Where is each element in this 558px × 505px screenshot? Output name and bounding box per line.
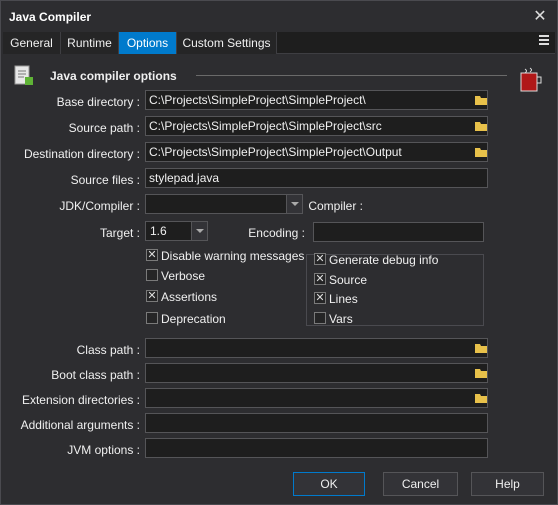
base-directory-input[interactable]: C:\Projects\SimpleProject\SimpleProject\: [145, 90, 488, 110]
lines-checkbox[interactable]: ✕: [314, 292, 326, 304]
disable-warnings-checkbox[interactable]: ✕: [146, 249, 158, 261]
source-path-label: Source path :: [68, 121, 140, 135]
vars-label: Vars: [329, 312, 353, 326]
target-select[interactable]: 1.6: [145, 221, 208, 241]
close-icon[interactable]: ✕: [531, 6, 549, 26]
jvm-options-label: JVM options :: [67, 443, 140, 457]
encoding-label: Encoding :: [248, 226, 305, 240]
tab-options[interactable]: Options: [119, 32, 177, 54]
help-button[interactable]: Help: [471, 472, 544, 496]
verbose-checkbox[interactable]: [146, 269, 158, 281]
java-cup-icon: [520, 67, 542, 92]
folder-icon[interactable]: [474, 392, 488, 404]
compiler-label: Compiler :: [308, 199, 363, 213]
generate-debug-info-label: Generate debug info: [329, 253, 439, 267]
section-title: Java compiler options: [50, 69, 177, 83]
tab-strip: General Runtime Options Custom Settings: [3, 32, 555, 54]
folder-icon[interactable]: [474, 146, 488, 158]
source-path-input[interactable]: C:\Projects\SimpleProject\SimpleProject\…: [145, 116, 488, 136]
destination-directory-input[interactable]: C:\Projects\SimpleProject\SimpleProject\…: [145, 142, 488, 162]
tab-custom-settings[interactable]: Custom Settings: [177, 32, 277, 54]
assertions-label: Assertions: [161, 290, 218, 304]
window-title: Java Compiler: [9, 10, 92, 24]
assertions-checkbox[interactable]: ✕: [146, 290, 158, 302]
section-divider: [196, 75, 507, 76]
tab-runtime[interactable]: Runtime: [61, 32, 119, 54]
boot-class-path-input[interactable]: [145, 363, 488, 383]
target-label: Target :: [99, 226, 140, 240]
boot-class-path-label: Boot class path :: [51, 368, 140, 382]
source-files-input[interactable]: stylepad.java: [145, 168, 488, 188]
encoding-input[interactable]: [313, 222, 484, 242]
tab-general[interactable]: General: [3, 32, 61, 54]
jvm-options-input[interactable]: [145, 438, 488, 458]
source-label: Source: [329, 273, 368, 287]
vars-checkbox[interactable]: [314, 312, 326, 324]
java-compiler-dialog: Java Compiler ✕ General Runtime Options …: [0, 0, 558, 505]
deprecation-label: Deprecation: [161, 312, 226, 326]
jdk-compiler-select[interactable]: [145, 194, 303, 214]
cancel-button[interactable]: Cancel: [383, 472, 458, 496]
document-icon: [14, 65, 33, 85]
ok-button[interactable]: OK: [293, 472, 365, 496]
verbose-label: Verbose: [161, 269, 206, 283]
target-value: 1.6: [150, 224, 167, 238]
jdk-compiler-label: JDK/Compiler :: [59, 199, 140, 213]
title-bar: Java Compiler ✕: [1, 1, 557, 31]
folder-icon[interactable]: [474, 94, 488, 106]
extension-directories-input[interactable]: [145, 388, 488, 408]
folder-icon[interactable]: [474, 342, 488, 354]
additional-arguments-label: Additional arguments :: [20, 418, 140, 432]
lines-label: Lines: [329, 292, 358, 306]
class-path-input[interactable]: [145, 338, 488, 358]
tab-menu-icon[interactable]: [539, 35, 549, 49]
destination-directory-label: Destination directory :: [23, 147, 140, 161]
folder-icon[interactable]: [474, 120, 488, 132]
source-checkbox[interactable]: ✕: [314, 273, 326, 285]
base-directory-label: Base directory :: [56, 95, 140, 109]
disable-warnings-label: Disable warning messages: [161, 249, 305, 263]
extension-directories-label: Extension directories :: [21, 393, 140, 407]
additional-arguments-input[interactable]: [145, 413, 488, 433]
generate-debug-info-checkbox[interactable]: ✕: [314, 253, 326, 265]
deprecation-checkbox[interactable]: [146, 312, 158, 324]
chevron-down-icon[interactable]: [191, 222, 207, 240]
source-files-label: Source files :: [70, 173, 140, 187]
class-path-label: Class path :: [76, 343, 140, 357]
chevron-down-icon[interactable]: [286, 195, 302, 213]
folder-icon[interactable]: [474, 367, 488, 379]
